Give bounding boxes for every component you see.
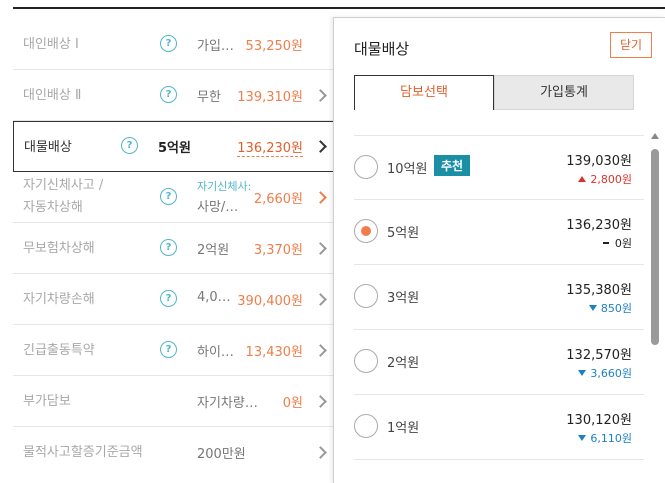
chevron-right-icon [314,191,327,204]
coverage-row-own-vehicle-damage[interactable]: 자기차량손해 ? 4,0… 390,400원 [13,274,335,325]
coverage-name: 부가담보 [23,394,71,409]
option-row[interactable]: 10억원 추천 139,030원 2,800원 [354,135,644,200]
coverage-row-surcharge-threshold[interactable]: 물적사고할증기준금액 200만원 [13,427,335,478]
panel-tabs: 담보선택 가입통계 [354,75,634,110]
coverage-option: 2억원 [197,243,230,258]
help-icon[interactable]: ? [121,137,138,154]
arrow-up-icon [578,176,587,182]
option-row[interactable]: 5억원 136,230원 0원 [354,200,644,265]
chevron-right-icon [314,293,327,306]
coverage-row-uninsured-motorist[interactable]: 무보험차상해 ? 2억원 3,370원 [13,223,335,274]
coverage-price: 139,310원 [237,90,303,105]
coverage-name: 무보험차상해 [23,241,95,256]
coverage-name: 대인배상 Ⅰ [23,37,79,52]
option-diff-value: 2,800원 [590,173,632,186]
coverage-name: 긴급출동특약 [23,343,95,358]
coverage-row-property-damage[interactable]: 대물배상 ? 5억원 136,230원 [13,121,336,172]
coverage-option-line2: 사망/… [197,200,239,215]
coverage-row-additional[interactable]: 부가담보 자기차량… 0원 [13,376,335,427]
option-price: 135,380원 [566,283,632,298]
scrollbar-thumb[interactable] [651,149,659,345]
option-price: 136,230원 [566,218,632,233]
coverage-name: 자기차량손해 [23,292,95,307]
option-row[interactable]: 1억원 130,120원 6,110원 [354,395,644,460]
option-price: 139,030원 [566,154,632,169]
option-label: 5억원 [387,226,420,241]
coverage-row-personal-injury[interactable]: 자기신체사고 / 자동차상해 ? 자기신체사: 사망/… 2,660원 [13,172,335,223]
option-label: 2억원 [387,356,420,371]
chevron-right-icon [314,446,327,459]
coverage-option: 하이… [197,345,234,360]
option-panel: 대물배상 닫기 담보선택 가입통계 10억원 추천 139,030원 2,800… [333,17,665,483]
option-diff: 6,110원 [578,430,632,446]
coverage-price: 390,400원 [237,294,303,309]
help-icon[interactable]: ? [160,35,177,52]
tab-coverage-select[interactable]: 담보선택 [354,75,494,110]
option-price: 132,570원 [566,348,632,363]
option-price: 130,120원 [566,413,632,428]
coverage-price: 3,370원 [253,243,303,258]
option-diff: 2,800원 [578,171,632,187]
chevron-right-icon [314,344,327,357]
coverage-row-bodily-injury-2[interactable]: 대인배상 Ⅱ ? 무한 139,310원 [13,70,335,121]
option-diff: 850원 [588,300,632,316]
coverage-option: 자기신체사: 사망/… [197,176,251,220]
coverage-option: 5억원 [158,141,191,156]
option-diff-value: 0원 [614,237,632,250]
help-icon[interactable]: ? [160,188,177,205]
help-icon[interactable]: ? [160,239,177,256]
option-label: 3억원 [387,291,420,306]
help-icon[interactable]: ? [160,86,177,103]
radio-button[interactable] [354,349,378,373]
coverage-option: 가입… [197,39,234,54]
coverage-row-bodily-injury-1[interactable]: 대인배상 Ⅰ ? 가입… 53,250원 [13,19,335,70]
option-diff-value: 850원 [600,302,632,315]
chevron-right-icon [314,395,327,408]
coverage-row-emergency-dispatch[interactable]: 긴급출동특약 ? 하이… 13,430원 [13,325,335,376]
radio-button[interactable] [354,155,378,179]
coverage-name: 대물배상 [24,140,72,155]
coverage-option: 자기차량… [197,396,258,411]
radio-button-checked[interactable] [354,219,378,243]
option-diff: 3,660원 [578,365,632,381]
tab-enrollment-stats[interactable]: 가입통계 [494,75,634,110]
coverage-option: 200만원 [197,447,246,462]
scrollbar[interactable] [651,133,659,478]
radio-button[interactable] [354,284,378,308]
coverage-list: 대인배상 Ⅰ ? 가입… 53,250원 대인배상 Ⅱ ? 무한 139,310… [13,0,336,483]
coverage-price: 53,250원 [245,39,303,54]
dash-icon [602,242,609,244]
scroll-up-icon[interactable] [651,133,659,139]
chevron-right-icon [314,140,327,153]
chevron-right-icon [314,242,327,255]
recommend-badge: 추천 [434,155,471,176]
option-diff: 0원 [602,235,632,251]
help-icon[interactable]: ? [160,290,177,307]
chevron-right-icon [314,89,327,102]
option-label: 10억원 [387,162,428,177]
coverage-name-line1: 자기신체사고 / [23,178,104,193]
option-diff-value: 3,660원 [590,367,632,380]
coverage-option-line1: 자기신체사: [197,180,251,193]
coverage-name-line2: 자동차상해 [23,200,83,215]
coverage-price: 13,430원 [245,345,303,360]
coverage-name: 물적사고할증기준금액 [23,445,143,460]
coverage-price: 136,230원 [237,137,303,157]
coverage-name: 대인배상 Ⅱ [23,88,82,103]
close-button[interactable]: 닫기 [610,32,652,58]
option-diff-value: 6,110원 [590,432,632,445]
option-label: 1억원 [387,421,420,436]
help-icon[interactable]: ? [160,341,177,358]
arrow-down-icon [578,370,587,376]
arrow-down-icon [578,435,587,441]
panel-title: 대물배상 [354,40,410,58]
arrow-down-icon [588,305,597,311]
option-row[interactable]: 3억원 135,380원 850원 [354,265,644,330]
radio-button[interactable] [354,414,378,438]
option-row[interactable]: 2억원 132,570원 3,660원 [354,330,644,395]
coverage-price: 0원 [282,396,303,411]
coverage-price: 2,660원 [253,192,303,207]
